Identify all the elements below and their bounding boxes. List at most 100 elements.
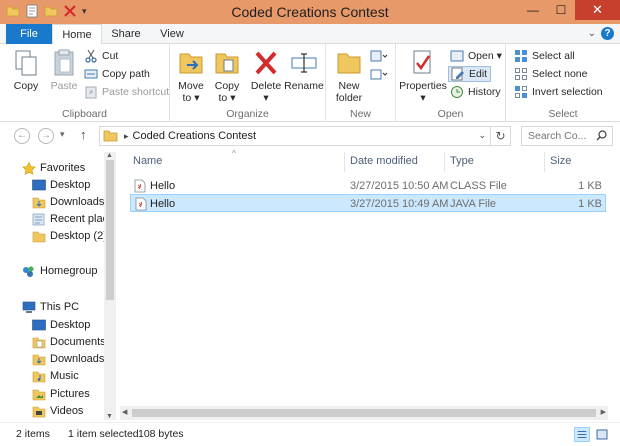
table-row[interactable]: Hello 3/27/2015 10:50 AM CLASS File 1 KB bbox=[130, 177, 606, 195]
scroll-up-icon[interactable]: ▲ bbox=[106, 152, 113, 159]
cut-button[interactable]: Cut bbox=[84, 48, 118, 64]
tab-view[interactable]: View bbox=[150, 24, 194, 44]
file-name: Hello bbox=[150, 180, 176, 192]
column-size[interactable]: Size bbox=[550, 150, 571, 172]
downloads-icon bbox=[32, 197, 46, 209]
nav-pc-desktop[interactable]: Desktop bbox=[32, 317, 90, 334]
file-list-scroll-thumb[interactable] bbox=[132, 409, 596, 417]
breadcrumb-separator-icon[interactable]: ▸ bbox=[124, 131, 129, 142]
nav-homegroup[interactable]: Homegroup bbox=[22, 263, 97, 280]
select-none-button[interactable]: Select none bbox=[514, 66, 587, 82]
invert-selection-button[interactable]: Invert selection bbox=[514, 84, 603, 100]
folder-icon bbox=[32, 231, 46, 243]
column-type[interactable]: Type bbox=[450, 150, 474, 172]
minimize-button[interactable]: — bbox=[519, 0, 547, 20]
tab-share[interactable]: Share bbox=[104, 24, 148, 44]
scissors-icon bbox=[85, 49, 97, 63]
nav-pc-videos[interactable]: Videos bbox=[32, 403, 83, 420]
copy-to-label: Copy bbox=[214, 80, 240, 92]
status-size: 108 bytes bbox=[138, 428, 184, 440]
open-button[interactable]: Open ▾ bbox=[450, 48, 502, 64]
delete-button[interactable]: Delete ▾ bbox=[248, 48, 284, 104]
nav-pane-scrollbar[interactable]: ▲ ▼ bbox=[104, 152, 116, 420]
close-button[interactable]: ✕ bbox=[575, 0, 620, 20]
recent-places-icon bbox=[32, 213, 45, 226]
desktop-icon bbox=[32, 319, 46, 331]
sort-ascending-icon: ^ bbox=[232, 149, 236, 158]
nav-favorites[interactable]: Favorites bbox=[22, 160, 85, 177]
address-dropdown-icon[interactable]: ⌄ bbox=[478, 130, 486, 141]
nav-fav-downloads[interactable]: Downloads bbox=[32, 194, 104, 211]
scroll-right-icon[interactable]: ▶ bbox=[601, 408, 606, 416]
delete-label-2: ▾ bbox=[263, 92, 269, 104]
table-row[interactable]: Hello 3/27/2015 10:49 AM JAVA File 1 KB bbox=[130, 194, 606, 212]
edit-button[interactable]: Edit bbox=[448, 66, 492, 82]
move-to-button[interactable]: Move to ▾ bbox=[174, 48, 208, 104]
file-list-horizontal-scrollbar[interactable]: ◀ ▶ bbox=[120, 406, 608, 420]
forward-button[interactable]: → bbox=[38, 128, 54, 144]
title-bar: ▾ Coded Creations Contest — ☐ ✕ bbox=[0, 0, 620, 24]
paste-button[interactable]: Paste bbox=[46, 48, 82, 92]
column-divider[interactable] bbox=[444, 152, 445, 172]
open-icon bbox=[450, 50, 464, 62]
copy-to-button[interactable]: Copy to ▾ bbox=[210, 48, 244, 104]
paste-shortcut-icon bbox=[85, 86, 97, 99]
nav-pc-documents[interactable]: Documents bbox=[32, 334, 106, 351]
desktop-icon bbox=[32, 179, 46, 191]
new-folder-button[interactable]: New folder bbox=[330, 48, 368, 104]
refresh-button[interactable]: ↻ bbox=[491, 126, 511, 146]
edit-icon bbox=[451, 67, 464, 81]
copy-button[interactable]: Copy bbox=[8, 48, 44, 92]
tab-file[interactable]: File bbox=[6, 24, 52, 44]
select-all-label: Select all bbox=[532, 50, 575, 62]
nav-pc-pictures[interactable]: Pictures bbox=[32, 386, 90, 403]
select-all-icon bbox=[515, 50, 527, 62]
column-name[interactable]: Name bbox=[133, 150, 162, 172]
up-arrow-icon[interactable]: ↑ bbox=[80, 127, 87, 142]
back-button[interactable]: ← bbox=[14, 128, 30, 144]
search-box[interactable] bbox=[521, 126, 613, 146]
column-divider[interactable] bbox=[344, 152, 345, 172]
nav-fav-desktop-2[interactable]: Desktop (2) bbox=[32, 228, 107, 245]
nav-pc-downloads[interactable]: Downloads bbox=[32, 351, 104, 368]
easy-access-icon[interactable] bbox=[370, 68, 388, 82]
expand-ribbon-icon[interactable]: ⌄ bbox=[588, 28, 596, 39]
breadcrumb[interactable]: Coded Creations Contest bbox=[133, 130, 257, 142]
large-icons-view-icon[interactable] bbox=[594, 427, 610, 442]
history-label: History bbox=[468, 86, 501, 98]
scroll-left-icon[interactable]: ◀ bbox=[122, 408, 127, 416]
properties-button[interactable]: Properties ▾ bbox=[398, 48, 448, 104]
search-icon[interactable] bbox=[596, 130, 607, 141]
select-all-button[interactable]: Select all bbox=[514, 48, 575, 64]
open-group-label: Open bbox=[437, 108, 464, 120]
column-date-modified[interactable]: Date modified bbox=[350, 150, 418, 172]
scroll-down-icon[interactable]: ▼ bbox=[106, 413, 113, 420]
java-file-icon bbox=[135, 197, 147, 211]
nav-this-pc[interactable]: This PC bbox=[22, 299, 79, 316]
delete-x-icon bbox=[255, 51, 277, 75]
history-button[interactable]: History bbox=[450, 84, 501, 100]
column-divider[interactable] bbox=[544, 152, 545, 172]
edit-label: Edit bbox=[469, 68, 488, 80]
recent-locations-icon[interactable]: ▾ bbox=[60, 129, 65, 140]
rename-button[interactable]: Rename bbox=[284, 48, 324, 92]
paste-shortcut-button[interactable]: Paste shortcut bbox=[84, 84, 169, 100]
videos-icon bbox=[32, 406, 46, 418]
nav-pc-music[interactable]: Music bbox=[32, 368, 79, 385]
maximize-button[interactable]: ☐ bbox=[547, 0, 575, 20]
status-bar: 2 items 1 item selected 108 bytes bbox=[0, 422, 620, 446]
search-input[interactable] bbox=[522, 127, 592, 145]
move-to-icon bbox=[179, 53, 203, 74]
nav-fav-desktop[interactable]: Desktop bbox=[32, 177, 90, 194]
nav-pane-scroll-thumb[interactable] bbox=[106, 160, 114, 300]
copy-path-button[interactable]: Copy path bbox=[84, 66, 150, 82]
copy-to-label-2: to ▾ bbox=[218, 92, 236, 104]
music-icon bbox=[32, 371, 46, 383]
help-icon[interactable]: ? bbox=[601, 27, 614, 40]
details-view-icon[interactable] bbox=[574, 427, 590, 442]
address-bar[interactable]: ▸ Coded Creations Contest ⌄ bbox=[99, 126, 491, 146]
history-icon bbox=[451, 86, 463, 98]
select-group: Select all Select none Invert selection … bbox=[506, 44, 620, 122]
new-item-icon[interactable] bbox=[370, 50, 388, 64]
tab-home[interactable]: Home bbox=[52, 24, 102, 45]
